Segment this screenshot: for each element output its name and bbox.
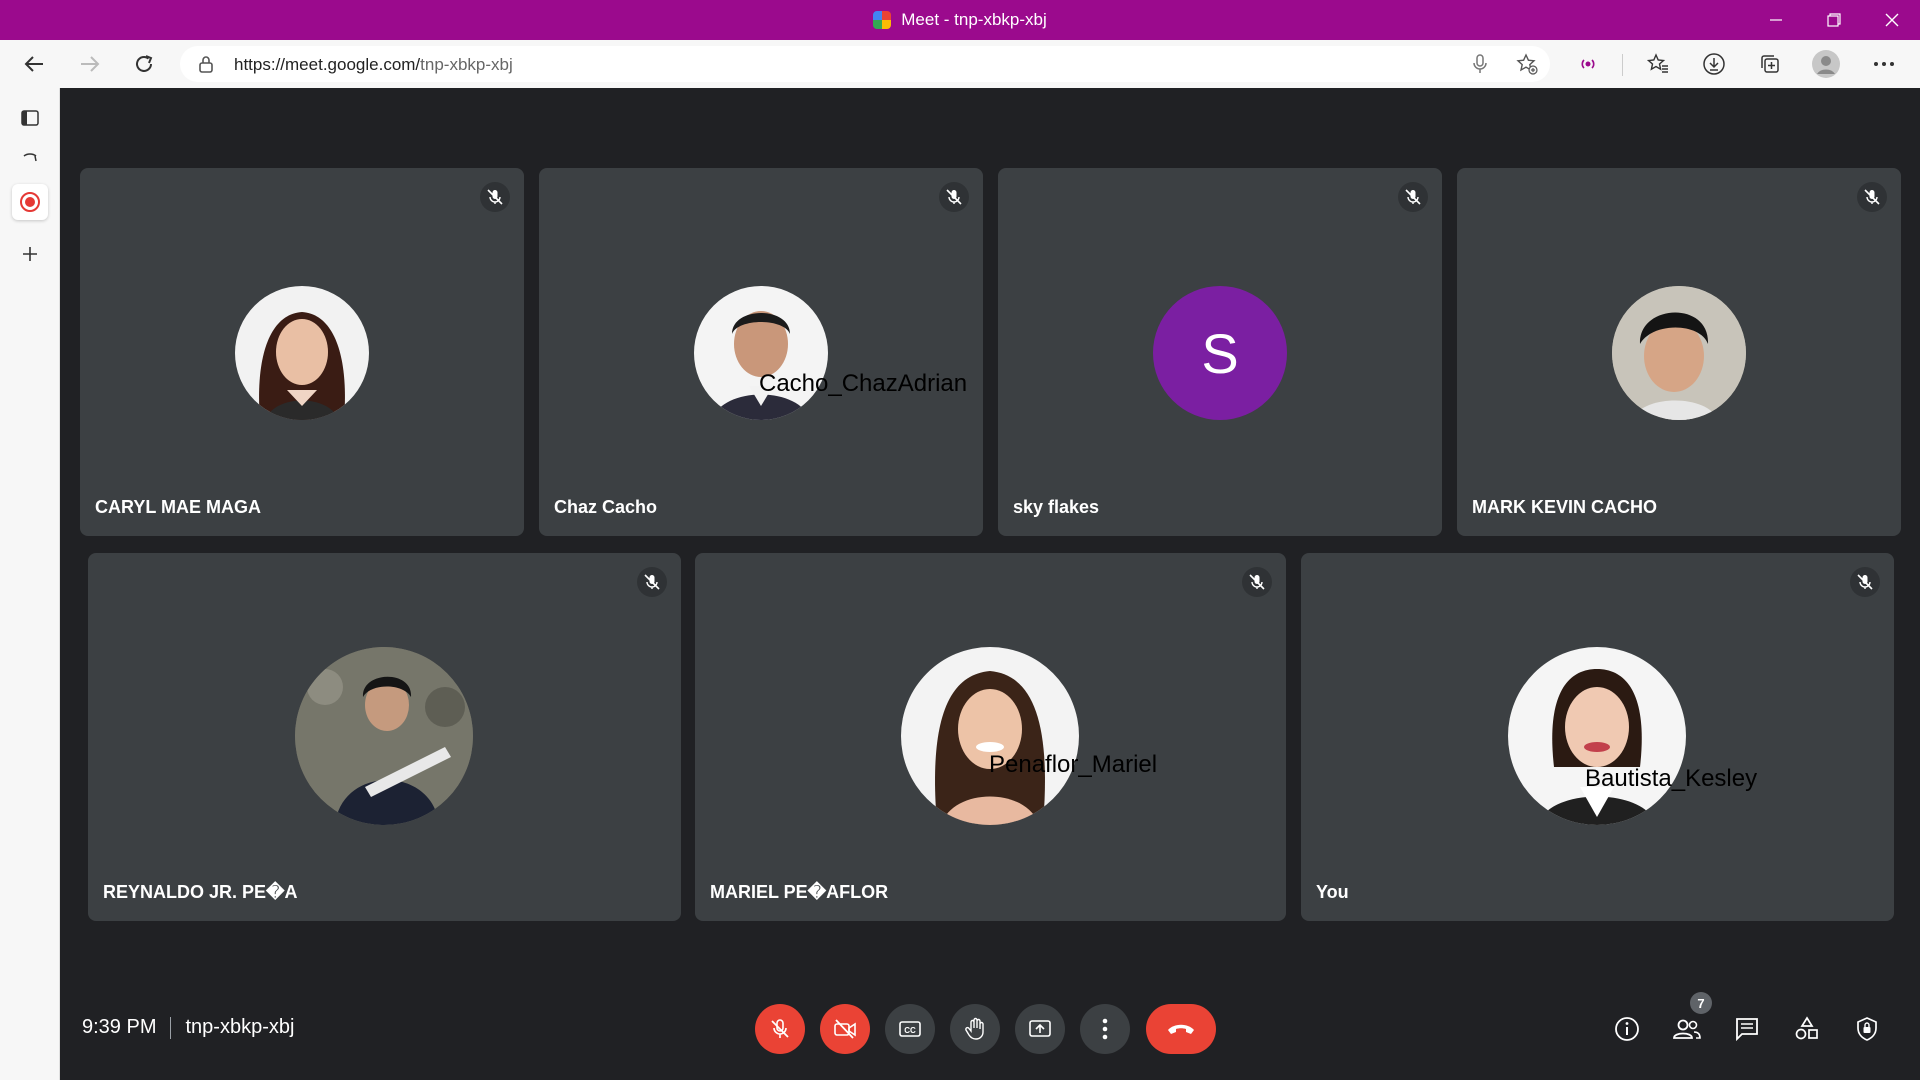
participant-name: Chaz Cacho (554, 497, 658, 517)
meeting-time: 9:39 PM (82, 1016, 157, 1038)
mic-off-icon (637, 567, 667, 597)
video-name-overlay: Cacho_ChazAdrian (759, 370, 968, 397)
profile-avatar-icon[interactable] (1808, 46, 1844, 82)
window-title: Meet - tnp-xbkp-xbj (901, 10, 1047, 29)
participant-tile[interactable]: Bautista_Kesley You (1301, 553, 1894, 921)
participant-tile[interactable]: Cacho_ChazAdrian Chaz Cacho (539, 168, 983, 536)
address-bar[interactable]: https://meet.google.com/tnp-xbkp-xbj (180, 46, 1550, 82)
tab-actions-icon[interactable] (12, 100, 48, 136)
mic-toggle-button[interactable] (755, 1004, 805, 1054)
chat-icon[interactable] (1728, 1010, 1766, 1048)
participant-name: MARK KEVIN CACHO (1472, 497, 1658, 517)
mic-off-icon (1857, 182, 1887, 212)
participant-name: MARIEL PE�AFLOR (710, 882, 889, 902)
participant-avatar (295, 647, 473, 825)
mic-off-icon (1242, 567, 1272, 597)
host-controls-icon[interactable] (1848, 1010, 1886, 1048)
meeting-code: tnp-xbkp-xbj (185, 1016, 295, 1038)
participant-letter-avatar: S (1153, 286, 1287, 420)
mic-off-icon (1398, 182, 1428, 212)
participant-name: sky flakes (1013, 497, 1100, 517)
new-tab-icon[interactable] (12, 236, 48, 272)
more-options-button[interactable] (1080, 1004, 1130, 1054)
present-screen-button[interactable] (1015, 1004, 1065, 1054)
meet-tab-icon[interactable] (12, 184, 48, 220)
participant-avatar (901, 647, 1079, 825)
participant-avatar (1612, 286, 1746, 420)
meeting-info-icon[interactable] (1608, 1010, 1646, 1048)
participant-avatar (235, 286, 369, 420)
activities-icon[interactable] (1788, 1010, 1826, 1048)
participant-tile[interactable]: S sky flakes (998, 168, 1442, 536)
meeting-details: 9:39 PM tnp-xbkp-xbj (82, 1016, 294, 1039)
participant-tile[interactable]: MARK KEVIN CACHO (1457, 168, 1901, 536)
mic-off-icon (1850, 567, 1880, 597)
downloads-icon[interactable] (1696, 46, 1732, 82)
people-icon[interactable] (1668, 1010, 1706, 1048)
participant-avatar (1508, 647, 1686, 825)
participant-tile[interactable]: Penaflor_Mariel MARIEL PE�AFLOR (695, 553, 1286, 921)
close-button[interactable] (1864, 0, 1920, 40)
browser-toolbar: https://meet.google.com/tnp-xbkp-xbj (0, 40, 1920, 89)
broadcast-icon[interactable] (1570, 46, 1606, 82)
video-name-overlay: Penaflor_Mariel (989, 751, 1158, 778)
participant-name: You (1316, 882, 1349, 902)
refresh-button[interactable] (126, 46, 162, 82)
divider (170, 1016, 172, 1039)
participant-name: REYNALDO JR. PE�A (103, 882, 298, 902)
participant-avatar (694, 286, 828, 420)
collections-icon[interactable] (1752, 46, 1788, 82)
mic-off-icon (480, 182, 510, 212)
microphone-icon[interactable] (1470, 53, 1490, 80)
restore-button[interactable] (1806, 0, 1862, 40)
participant-tile[interactable]: REYNALDO JR. PE�A (88, 553, 681, 921)
video-name-overlay: Bautista_Kesley (1585, 765, 1758, 792)
camera-toggle-button[interactable] (820, 1004, 870, 1054)
svg-text:CC: CC (904, 1026, 916, 1035)
participant-tile[interactable]: CARYL MAE MAGA (80, 168, 524, 536)
mic-off-icon (939, 182, 969, 212)
url-text: https://meet.google.com/tnp-xbkp-xbj (234, 55, 513, 75)
forward-button[interactable] (72, 46, 108, 82)
participant-name: CARYL MAE MAGA (95, 497, 261, 517)
raise-hand-button[interactable] (950, 1004, 1000, 1054)
meet-app-icon (873, 11, 892, 29)
toolbar-divider (1622, 54, 1623, 76)
add-favorite-icon[interactable] (1516, 53, 1538, 80)
captions-button[interactable]: CC (885, 1004, 935, 1054)
url-path: tnp-xbkp-xbj (420, 55, 513, 74)
lock-icon (198, 54, 214, 79)
back-button[interactable] (16, 46, 52, 82)
more-menu-icon[interactable] (1866, 46, 1902, 82)
minimize-button[interactable] (1748, 0, 1804, 40)
history-arc-icon[interactable] (12, 140, 48, 176)
browser-sidebar (0, 88, 60, 1080)
url-host: https://meet.google.com/ (234, 55, 421, 74)
leave-call-button[interactable] (1146, 1004, 1216, 1054)
favorites-icon[interactable] (1640, 46, 1676, 82)
participant-count-badge: 7 (1690, 992, 1712, 1014)
window-titlebar: Meet - tnp-xbkp-xbj (0, 0, 1920, 40)
